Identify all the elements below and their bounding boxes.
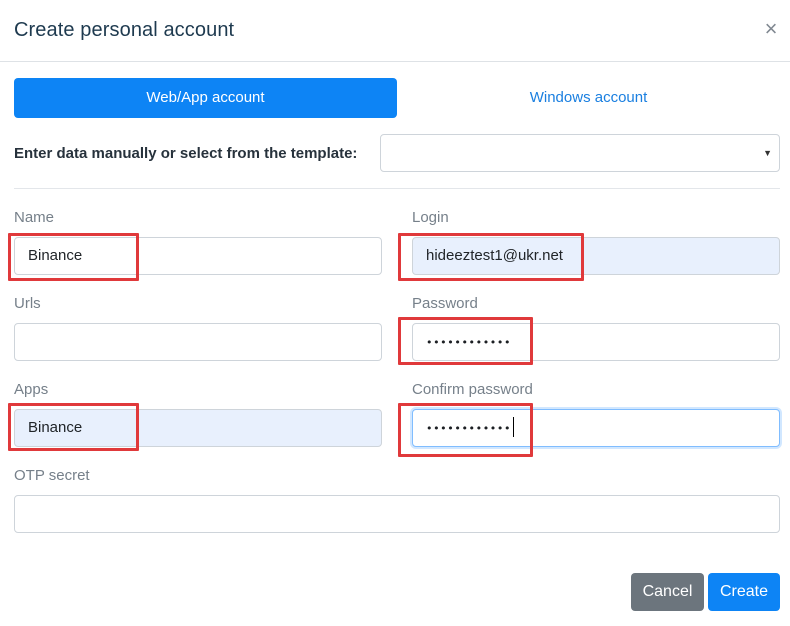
close-icon[interactable]: × bbox=[761, 17, 781, 41]
password-dots: •••••••••••• bbox=[426, 336, 512, 349]
tab-windows-account[interactable]: Windows account bbox=[397, 78, 780, 118]
text-cursor bbox=[513, 417, 515, 438]
cancel-button[interactable]: Cancel bbox=[631, 573, 704, 611]
login-input[interactable]: hideeztest1@ukr.net bbox=[412, 237, 780, 275]
otp-secret-label: OTP secret bbox=[14, 467, 90, 484]
tab-web-app-account[interactable]: Web/App account bbox=[14, 78, 397, 118]
urls-input[interactable] bbox=[14, 323, 382, 361]
dropdown-caret-icon: ▼ bbox=[763, 148, 772, 158]
login-label: Login bbox=[412, 209, 449, 226]
password-label: Password bbox=[412, 295, 478, 312]
confirm-password-input[interactable]: •••••••••••• bbox=[412, 409, 780, 447]
divider bbox=[14, 188, 780, 189]
name-input[interactable]: Binance bbox=[14, 237, 382, 275]
confirm-password-label: Confirm password bbox=[412, 381, 533, 398]
password-input[interactable]: •••••••••••• bbox=[412, 323, 780, 361]
confirm-password-dots: •••••••••••• bbox=[426, 422, 512, 435]
template-label: Enter data manually or select from the t… bbox=[14, 145, 358, 162]
modal-header: Create personal account × bbox=[0, 0, 790, 62]
name-label: Name bbox=[14, 209, 55, 226]
otp-secret-input[interactable] bbox=[14, 495, 780, 533]
apps-label: Apps bbox=[14, 381, 49, 398]
dialog-title: Create personal account bbox=[14, 19, 235, 41]
apps-input[interactable]: Binance bbox=[14, 409, 382, 447]
urls-label: Urls bbox=[14, 295, 41, 312]
create-button[interactable]: Create bbox=[708, 573, 780, 611]
template-select[interactable]: ▼ bbox=[380, 134, 780, 172]
